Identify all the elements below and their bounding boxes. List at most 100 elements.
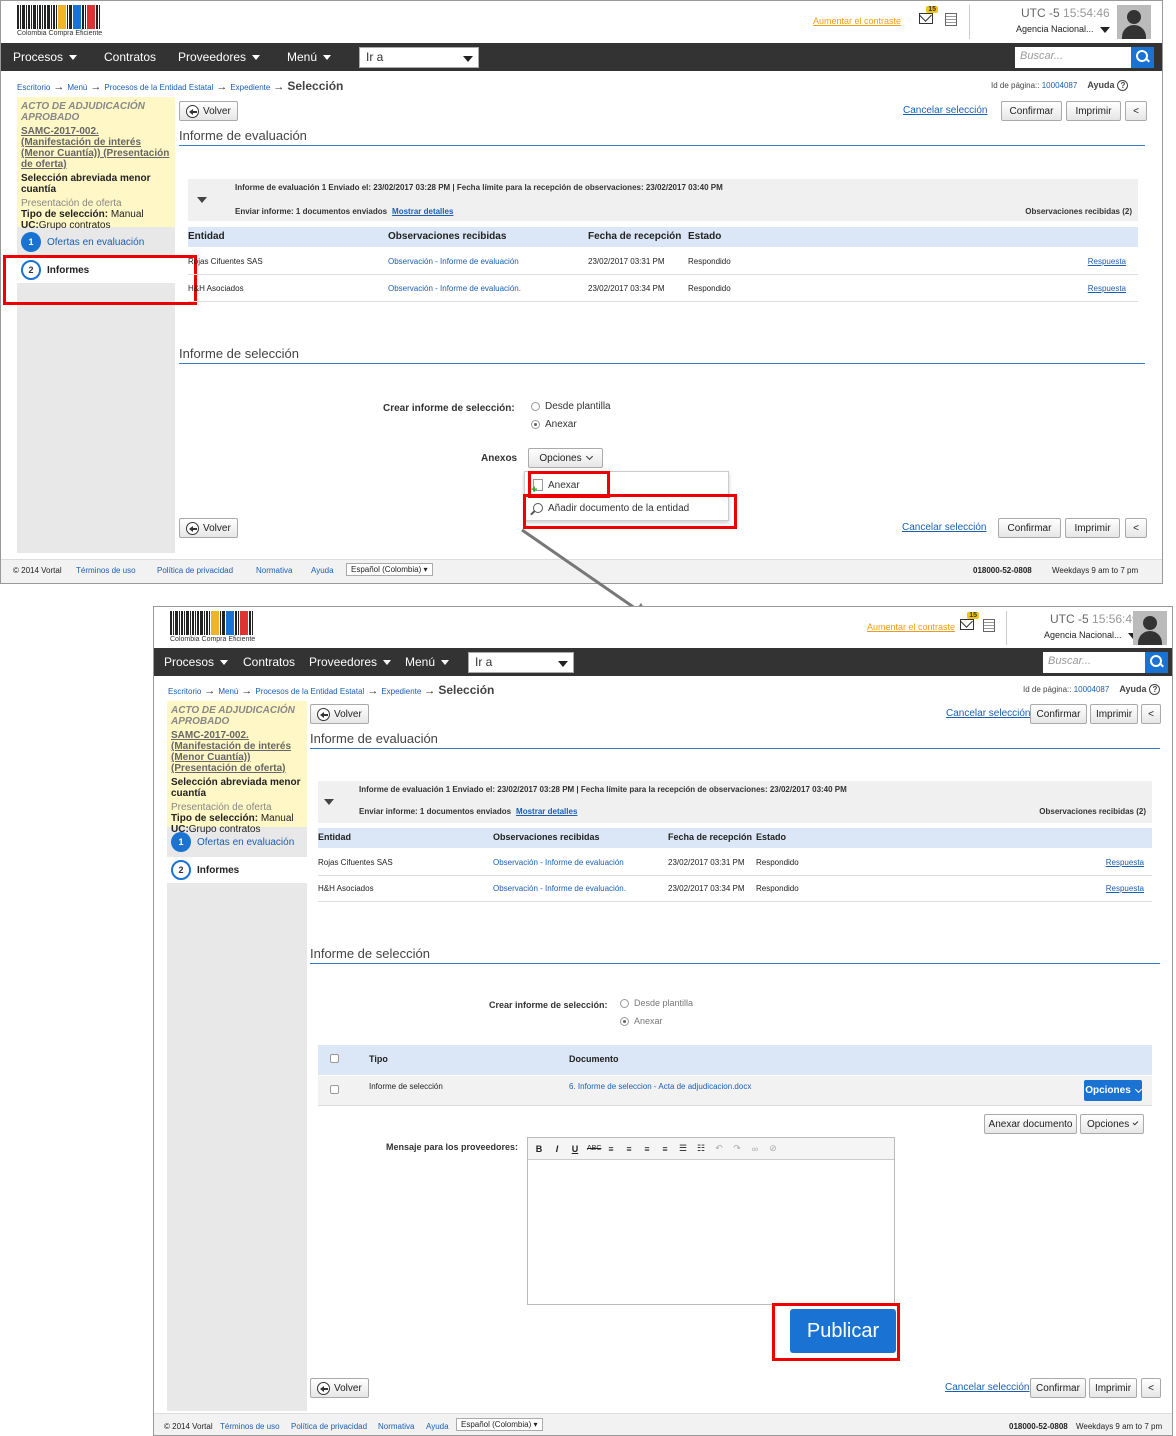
show-details-link[interactable]: Mostrar detalles — [516, 807, 577, 816]
normativa-link[interactable]: Normativa — [256, 566, 292, 575]
unlink-icon[interactable]: ⊘ — [767, 1143, 779, 1154]
attach-document-button[interactable]: Anexar documento — [984, 1114, 1077, 1134]
search-input[interactable]: Buscar... — [1043, 652, 1145, 673]
bold-icon[interactable]: B — [533, 1144, 545, 1154]
response-link[interactable]: Respuesta — [1106, 858, 1144, 867]
confirm-button-bottom[interactable]: Confirmar — [1030, 1378, 1086, 1398]
search-icon[interactable] — [1145, 652, 1168, 673]
radio-attach[interactable]: Anexar — [620, 1016, 663, 1026]
crumb-escritorio[interactable]: Escritorio — [168, 687, 201, 696]
expand-icon[interactable] — [324, 799, 334, 805]
terms-link[interactable]: Términos de uso — [220, 1422, 280, 1431]
radio-template[interactable]: Desde plantilla — [531, 401, 611, 412]
crumb-escritorio[interactable]: Escritorio — [17, 83, 50, 92]
nav-procesos[interactable]: Procesos — [164, 655, 229, 669]
nav-contratos[interactable]: Contratos — [104, 50, 156, 64]
show-details-link[interactable]: Mostrar detalles — [392, 207, 453, 216]
align-left-icon[interactable]: ≡ — [605, 1144, 617, 1154]
goto-select[interactable]: Ir a — [359, 47, 479, 68]
response-link[interactable]: Respuesta — [1088, 257, 1126, 266]
undo-icon[interactable]: ↶ — [713, 1143, 725, 1154]
confirm-button[interactable]: Confirmar — [1001, 101, 1062, 121]
contrast-link[interactable]: Aumentar el contraste — [813, 16, 901, 26]
row-options-button[interactable]: Opciones — [1084, 1080, 1142, 1101]
help-link[interactable]: Ayuda? — [1087, 80, 1129, 91]
cancel-selection-link-bottom[interactable]: Cancelar selección — [945, 1382, 1030, 1393]
search-input[interactable]: Buscar... — [1015, 47, 1131, 68]
goto-select[interactable]: Ir a — [468, 652, 574, 673]
avatar[interactable] — [1117, 5, 1151, 39]
observation-link[interactable]: Observación - Informe de evaluación — [388, 257, 519, 266]
process-link[interactable]: SAMC-2017-002. (Manifestación de interés… — [21, 126, 171, 170]
sidebar-step-reports[interactable]: 2 Informes — [167, 857, 307, 883]
document-icon[interactable] — [945, 13, 957, 26]
underline-icon[interactable]: U — [569, 1144, 581, 1154]
response-link[interactable]: Respuesta — [1088, 284, 1126, 293]
confirm-button[interactable]: Confirmar — [1030, 704, 1087, 724]
agency-selector[interactable]: Agencia Nacional... — [1044, 630, 1138, 640]
help-footer-link[interactable]: Ayuda — [311, 566, 334, 575]
nav-procesos[interactable]: Procesos — [13, 50, 78, 64]
crumb-expediente[interactable]: Expediente — [381, 687, 421, 696]
redo-icon[interactable]: ↷ — [731, 1143, 743, 1154]
crumb-procesos[interactable]: Procesos de la Entidad Estatal — [255, 687, 364, 696]
align-right-icon[interactable]: ≡ — [641, 1144, 653, 1154]
back-button[interactable]: Volver — [179, 101, 238, 121]
sidebar-step-offers[interactable]: 1 Ofertas en evaluación — [167, 829, 307, 855]
strikethrough-icon[interactable]: ABC — [587, 1145, 601, 1152]
document-icon[interactable] — [983, 619, 995, 632]
bullet-list-icon[interactable]: ☰ — [677, 1143, 689, 1154]
observation-link[interactable]: Observación - Informe de evaluación. — [493, 884, 626, 893]
search-icon[interactable] — [1131, 47, 1154, 68]
nav-menu[interactable]: Menú — [405, 655, 450, 669]
cancel-selection-link[interactable]: Cancelar selección — [903, 105, 988, 116]
nav-contratos[interactable]: Contratos — [243, 655, 295, 669]
language-select[interactable]: Español (Colombia) ▾ — [456, 1418, 543, 1431]
normativa-link[interactable]: Normativa — [378, 1422, 414, 1431]
avatar[interactable] — [1133, 611, 1167, 645]
options-dropdown[interactable]: Opciones — [528, 448, 603, 468]
numbered-list-icon[interactable]: ☷ — [695, 1143, 707, 1154]
observation-link[interactable]: Observación - Informe de evaluación. — [388, 284, 521, 293]
italic-icon[interactable]: I — [551, 1144, 563, 1154]
privacy-link[interactable]: Política de privacidad — [291, 1422, 367, 1431]
collapse-button[interactable]: < — [1125, 101, 1147, 121]
print-button-bottom[interactable]: Imprimir — [1065, 518, 1120, 538]
print-button[interactable]: Imprimir — [1090, 704, 1138, 724]
contrast-link[interactable]: Aumentar el contraste — [867, 622, 955, 632]
radio-template[interactable]: Desde plantilla — [620, 998, 693, 1008]
cancel-selection-link[interactable]: Cancelar selección — [946, 708, 1031, 719]
response-link[interactable]: Respuesta — [1106, 884, 1144, 893]
agency-selector[interactable]: Agencia Nacional... — [1016, 24, 1110, 34]
crumb-procesos[interactable]: Procesos de la Entidad Estatal — [104, 83, 213, 92]
mail-icon[interactable]: 15 — [960, 612, 979, 630]
row-checkbox[interactable] — [330, 1085, 339, 1096]
crumb-menu[interactable]: Menú — [218, 687, 238, 696]
align-center-icon[interactable]: ≡ — [623, 1144, 635, 1154]
document-link[interactable]: 6. Informe de seleccion - Acta de adjudi… — [569, 1082, 751, 1091]
process-link[interactable]: SAMC-2017-002. (Manifestación de interés… — [171, 730, 303, 774]
collapse-button-bottom[interactable]: < — [1141, 1378, 1161, 1398]
expand-icon[interactable] — [197, 197, 207, 203]
crumb-expediente[interactable]: Expediente — [230, 83, 270, 92]
nav-menu[interactable]: Menú — [287, 50, 332, 64]
link-icon[interactable]: ∞ — [749, 1144, 761, 1154]
message-editor[interactable]: B I U ABC ≡ ≡ ≡ ≡ ☰ ☷ ↶ ↷ ∞ ⊘ — [527, 1137, 895, 1305]
crumb-menu[interactable]: Menú — [67, 83, 87, 92]
language-select[interactable]: Español (Colombia) ▾ — [346, 563, 433, 576]
print-button[interactable]: Imprimir — [1066, 101, 1121, 121]
nav-proveedores[interactable]: Proveedores — [309, 655, 392, 669]
back-button-bottom[interactable]: Volver — [310, 1378, 369, 1398]
mail-icon[interactable]: 15 — [919, 6, 938, 24]
justify-icon[interactable]: ≡ — [659, 1144, 671, 1154]
nav-proveedores[interactable]: Proveedores — [178, 50, 261, 64]
sidebar-step-offers[interactable]: 1 Ofertas en evaluación — [17, 229, 175, 255]
options-dropdown[interactable]: Opciones — [1080, 1114, 1144, 1134]
radio-attach[interactable]: Anexar — [531, 419, 577, 430]
help-link[interactable]: Ayuda? — [1119, 684, 1161, 695]
help-footer-link[interactable]: Ayuda — [426, 1422, 449, 1431]
back-button-bottom[interactable]: Volver — [179, 518, 238, 538]
collapse-button-bottom[interactable]: < — [1125, 518, 1147, 538]
print-button-bottom[interactable]: Imprimir — [1089, 1378, 1137, 1398]
back-button[interactable]: Volver — [310, 704, 369, 724]
